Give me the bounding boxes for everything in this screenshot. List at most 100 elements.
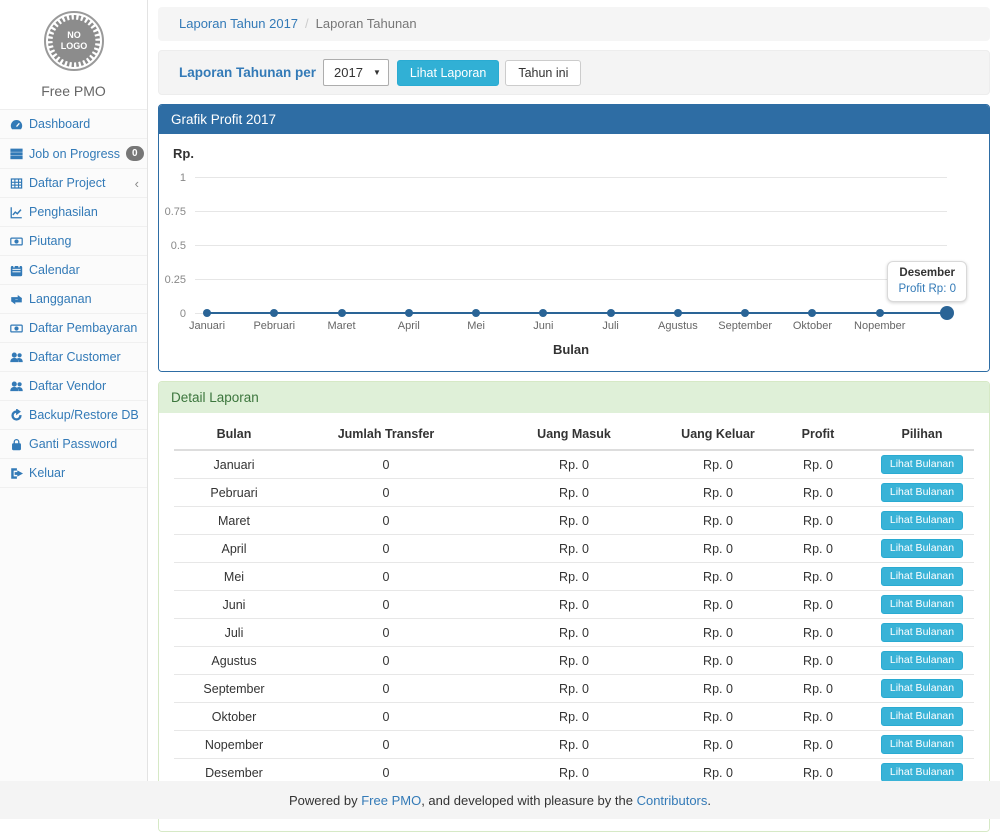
sidebar-item-daftar-customer[interactable]: Daftar Customer [0, 343, 147, 372]
chart-point-juli[interactable] [607, 309, 615, 317]
cell-uang-keluar: Rp. 0 [670, 591, 766, 619]
sidebar-item-job-on-progress[interactable]: Job on Progress0 [0, 139, 147, 169]
sidebar-menu: DashboardJob on Progress0Daftar Project‹… [0, 110, 147, 488]
cell-pilihan: Lihat Bulanan [870, 535, 974, 563]
footer-link-freepmo[interactable]: Free PMO [361, 793, 421, 808]
breadcrumb: Laporan Tahun 2017/Laporan Tahunan [158, 7, 990, 41]
profit-line-chart[interactable]: Desember Profit Rp: 0 10.750.50.250 [195, 177, 947, 313]
cell-profit: Rp. 0 [766, 535, 870, 563]
cell-profit: Rp. 0 [766, 731, 870, 759]
chart-point-januari[interactable] [203, 309, 211, 317]
sidebar-item-label: Langganan [29, 292, 92, 306]
column-header-pilihan: Pilihan [870, 419, 974, 450]
cell-profit: Rp. 0 [766, 703, 870, 731]
cell-bulan: Agustus [174, 647, 294, 675]
year-select[interactable]: 2017 ▼ [323, 59, 389, 86]
sidebar-item-label: Daftar Project [29, 176, 105, 190]
sidebar-item-daftar-project[interactable]: Daftar Project‹ [0, 169, 147, 198]
sidebar-item-label: Daftar Vendor [29, 379, 106, 393]
chart-gridline: 0.75 [195, 211, 947, 212]
cell-jumlah-transfer: 0 [294, 507, 478, 535]
no-logo-seal: NO LOGO [43, 10, 105, 72]
dashboard-icon [9, 117, 23, 131]
current-year-button[interactable]: Tahun ini [505, 60, 581, 86]
cell-jumlah-transfer: 0 [294, 450, 478, 479]
cell-uang-masuk: Rp. 0 [478, 619, 670, 647]
cell-jumlah-transfer: 0 [294, 591, 478, 619]
detail-report-panel: Detail Laporan BulanJumlah TransferUang … [158, 381, 990, 832]
chart-point-april[interactable] [405, 309, 413, 317]
sidebar-item-label: Ganti Password [29, 437, 117, 451]
cell-uang-keluar: Rp. 0 [670, 619, 766, 647]
users-icon [9, 350, 23, 364]
view-monthly-button-maret[interactable]: Lihat Bulanan [881, 511, 963, 530]
chart-point-pebruari[interactable] [270, 309, 278, 317]
sidebar-item-langganan[interactable]: Langganan [0, 285, 147, 314]
cell-bulan: Juni [174, 591, 294, 619]
line-chart-icon [9, 205, 23, 219]
app-window: NO LOGO Free PMO DashboardJob on Progres… [0, 0, 1000, 819]
sidebar-item-dashboard[interactable]: Dashboard [0, 110, 147, 139]
sidebar-item-daftar-pembayaran[interactable]: Daftar Pembayaran [0, 314, 147, 343]
chart-point-oktober[interactable] [808, 309, 816, 317]
cell-uang-masuk: Rp. 0 [478, 535, 670, 563]
view-monthly-button-desember[interactable]: Lihat Bulanan [881, 763, 963, 782]
footer-text-middle: , and developed with pleasure by the [421, 793, 636, 808]
chart-point-september[interactable] [741, 309, 749, 317]
chart-point-maret[interactable] [338, 309, 346, 317]
brand-block: NO LOGO Free PMO [0, 0, 147, 110]
sidebar-item-backup-restore-db[interactable]: Backup/Restore DB [0, 401, 147, 430]
view-monthly-button-pebruari[interactable]: Lihat Bulanan [881, 483, 963, 502]
cell-bulan: Oktober [174, 703, 294, 731]
chart-y-axis-label: Rp. [173, 146, 977, 161]
refresh-icon [9, 408, 23, 422]
main-content: Laporan Tahun 2017/Laporan Tahunan Lapor… [148, 0, 1000, 781]
cell-profit: Rp. 0 [766, 563, 870, 591]
view-monthly-button-april[interactable]: Lihat Bulanan [881, 539, 963, 558]
view-monthly-button-januari[interactable]: Lihat Bulanan [881, 455, 963, 474]
detail-panel-body: BulanJumlah TransferUang MasukUang Kelua… [159, 413, 989, 831]
sidebar-item-ganti-password[interactable]: Ganti Password [0, 430, 147, 459]
view-monthly-button-oktober[interactable]: Lihat Bulanan [881, 707, 963, 726]
footer-link-contributors[interactable]: Contributors [637, 793, 708, 808]
view-report-button[interactable]: Lihat Laporan [397, 60, 499, 86]
view-monthly-button-mei[interactable]: Lihat Bulanan [881, 567, 963, 586]
report-filter-panel: Laporan Tahunan per 2017 ▼ Lihat Laporan… [158, 50, 990, 95]
table-row-maret: Maret0Rp. 0Rp. 0Rp. 0Lihat Bulanan [174, 507, 974, 535]
breadcrumb-link[interactable]: Laporan Tahun 2017 [179, 16, 298, 31]
view-monthly-button-nopember[interactable]: Lihat Bulanan [881, 735, 963, 754]
chart-point-desember[interactable] [940, 306, 954, 320]
table-row-juli: Juli0Rp. 0Rp. 0Rp. 0Lihat Bulanan [174, 619, 974, 647]
view-monthly-button-agustus[interactable]: Lihat Bulanan [881, 651, 963, 670]
cell-jumlah-transfer: 0 [294, 703, 478, 731]
profit-chart-panel: Grafik Profit 2017 Rp. Desember Profit R… [158, 104, 990, 372]
profit-series-line [207, 312, 947, 315]
table-icon [9, 176, 23, 190]
view-monthly-button-juni[interactable]: Lihat Bulanan [881, 595, 963, 614]
chart-point-juni[interactable] [539, 309, 547, 317]
chart-point-mei[interactable] [472, 309, 480, 317]
money-icon [9, 321, 23, 335]
sidebar-item-piutang[interactable]: Piutang [0, 227, 147, 256]
cell-profit: Rp. 0 [766, 591, 870, 619]
footer-text-suffix: . [707, 793, 711, 808]
users-icon [9, 379, 23, 393]
chart-point-agustus[interactable] [674, 309, 682, 317]
cell-bulan: Maret [174, 507, 294, 535]
sidebar-item-penghasilan[interactable]: Penghasilan [0, 198, 147, 227]
view-monthly-button-juli[interactable]: Lihat Bulanan [881, 623, 963, 642]
cell-uang-masuk: Rp. 0 [478, 563, 670, 591]
sidebar-item-calendar[interactable]: Calendar [0, 256, 147, 285]
chart-tooltip-value: Profit Rp: 0 [898, 283, 956, 295]
cell-jumlah-transfer: 0 [294, 535, 478, 563]
cell-pilihan: Lihat Bulanan [870, 675, 974, 703]
cell-uang-masuk: Rp. 0 [478, 647, 670, 675]
cell-jumlah-transfer: 0 [294, 675, 478, 703]
sidebar-item-daftar-vendor[interactable]: Daftar Vendor [0, 372, 147, 401]
chart-point-nopember[interactable] [876, 309, 884, 317]
sidebar-item-keluar[interactable]: Keluar [0, 459, 147, 488]
cell-uang-keluar: Rp. 0 [670, 703, 766, 731]
tasks-icon [9, 147, 23, 161]
view-monthly-button-september[interactable]: Lihat Bulanan [881, 679, 963, 698]
svg-text:LOGO: LOGO [60, 41, 87, 51]
